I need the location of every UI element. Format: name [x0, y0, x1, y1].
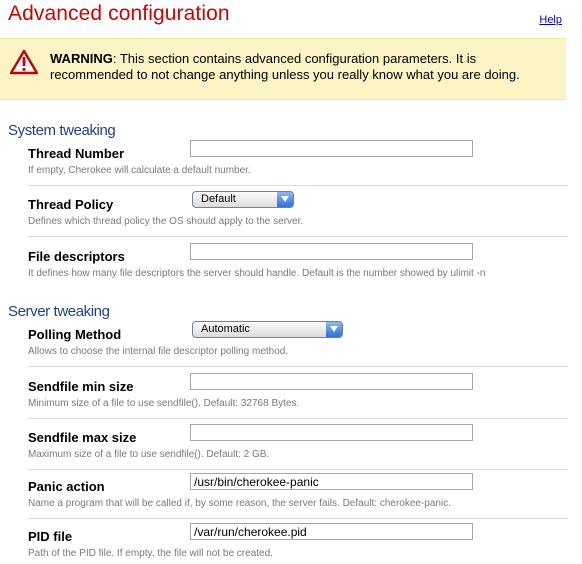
warning-label: WARNING: [50, 51, 113, 66]
select-arrow-icon: [277, 192, 293, 207]
row-divider: [28, 366, 568, 367]
file-descriptors-desc: It defines how many file descriptors the…: [28, 268, 486, 279]
thread-number-desc: If empty, Cherokee will calculate a defa…: [28, 165, 251, 176]
row-divider: [28, 518, 568, 519]
section-title-server: Server tweaking: [8, 303, 110, 320]
page-title: Advanced configuration: [8, 2, 230, 25]
sendfile-max-label: Sendfile max size: [28, 430, 137, 445]
sendfile-max-input[interactable]: [190, 424, 473, 441]
file-descriptors-input[interactable]: [190, 243, 473, 260]
thread-policy-desc: Defines which thread policy the OS shoul…: [28, 216, 304, 227]
warning-banner: WARNING: This section contains advanced …: [0, 38, 566, 100]
sendfile-min-desc: Minimum size of a file to use sendfile()…: [28, 398, 300, 409]
row-divider: [28, 236, 568, 237]
sendfile-max-desc: Maximum size of a file to use sendfile()…: [28, 449, 270, 460]
pid-file-label: PID file: [28, 529, 73, 544]
panic-action-input[interactable]: [190, 473, 473, 490]
section-title-system: System tweaking: [8, 122, 116, 139]
row-divider: [28, 469, 568, 470]
warning-message: : This section contains advanced configu…: [50, 51, 520, 82]
thread-policy-label: Thread Policy: [28, 197, 114, 212]
select-arrow-icon: [326, 322, 342, 337]
thread-policy-select[interactable]: Default: [192, 191, 294, 208]
thread-number-label: Thread Number: [28, 146, 125, 161]
row-divider: [28, 418, 568, 419]
polling-method-desc: Allows to choose the internal file descr…: [28, 346, 289, 357]
help-link[interactable]: Help: [539, 14, 562, 26]
panic-action-label: Panic action: [28, 479, 105, 494]
polling-method-label: Polling Method: [28, 327, 122, 342]
warning-icon: [10, 49, 38, 75]
sendfile-min-label: Sendfile min size: [28, 379, 134, 394]
pid-file-desc: Path of the PID file. If empty, the file…: [28, 548, 273, 559]
warning-text: WARNING: This section contains advanced …: [50, 51, 550, 83]
thread-number-input[interactable]: [190, 140, 473, 157]
pid-file-input[interactable]: [190, 523, 473, 540]
polling-method-select[interactable]: Automatic: [192, 321, 343, 338]
sendfile-min-input[interactable]: [190, 373, 473, 390]
file-descriptors-label: File descriptors: [28, 249, 125, 264]
panic-action-desc: Name a program that will be called if, b…: [28, 498, 451, 509]
polling-method-value: Automatic: [201, 323, 250, 335]
thread-policy-value: Default: [201, 193, 236, 205]
row-divider: [28, 185, 568, 186]
